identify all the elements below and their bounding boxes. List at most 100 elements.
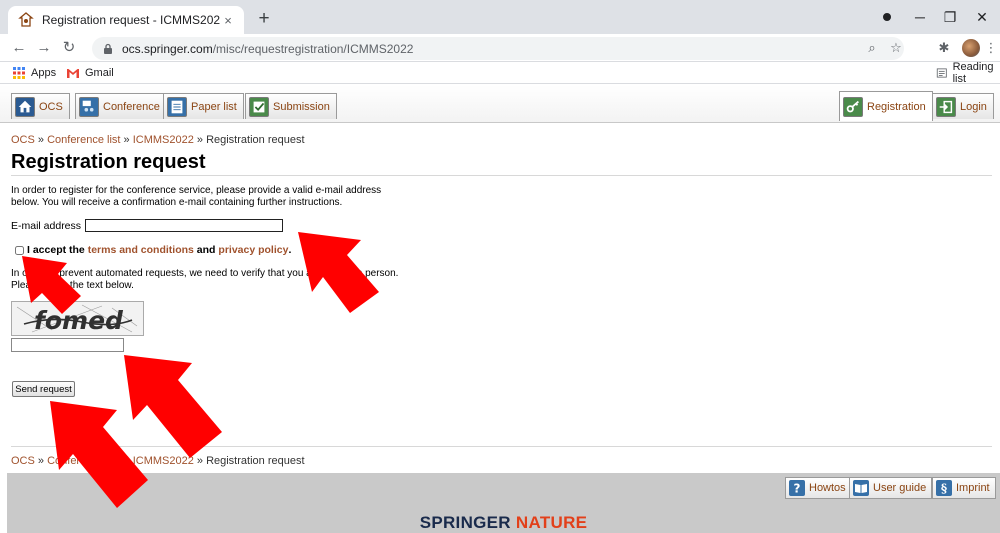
- login-icon: [936, 96, 956, 117]
- tab-close-icon[interactable]: ×: [220, 13, 236, 28]
- new-tab-button[interactable]: +: [252, 7, 276, 31]
- profile-dot-icon[interactable]: [872, 6, 902, 28]
- accept-suffix: .: [288, 244, 292, 256]
- howtos-label: Howtos: [809, 482, 846, 494]
- conference-icon: [79, 96, 99, 117]
- nav-tab-paper-list[interactable]: Paper list: [163, 93, 244, 119]
- forward-icon[interactable]: →: [33, 37, 55, 59]
- bookmark-gmail[interactable]: Gmail: [66, 65, 114, 81]
- back-icon[interactable]: ←: [8, 37, 30, 59]
- nav-tab-conference[interactable]: Conference: [75, 93, 167, 119]
- nav-tab-login[interactable]: Login: [932, 93, 994, 119]
- captcha-instructions: In order to prevent automated requests, …: [11, 268, 451, 292]
- intro-text: In order to register for the conference …: [11, 185, 431, 209]
- breadcrumb-conference-list-link[interactable]: Conference list: [47, 134, 120, 146]
- email-label: E-mail address: [11, 219, 82, 232]
- apps-grid-icon: [13, 67, 25, 79]
- breadcrumb: OCS » Conference list » ICMMS2022 » Regi…: [11, 134, 305, 146]
- nav-tab-registration[interactable]: Registration: [839, 91, 933, 121]
- home-icon: [15, 96, 35, 117]
- send-request-button[interactable]: Send request: [12, 381, 75, 397]
- url-path: /misc/requestregistration/ICMMS2022: [212, 41, 414, 56]
- breadcrumb-separator: »: [193, 455, 207, 467]
- extensions-icon[interactable]: ✱: [934, 38, 954, 58]
- restore-icon[interactable]: ❐: [935, 6, 965, 28]
- reading-list-label: Reading list: [952, 61, 994, 85]
- breadcrumb-current: Registration request: [206, 134, 305, 146]
- intro-line-2: below. You will receive a confirmation e…: [11, 197, 343, 208]
- howtos-button[interactable]: ? Howtos: [785, 477, 852, 499]
- brand-springer: SPRINGER: [419, 513, 511, 532]
- user-guide-button[interactable]: User guide: [849, 477, 933, 499]
- captcha-input[interactable]: [11, 338, 124, 352]
- imprint-label: Imprint: [956, 482, 990, 494]
- close-window-icon[interactable]: ✕: [967, 6, 997, 28]
- svg-text:§: §: [941, 482, 947, 496]
- captcha-line-2: Please enter the text below.: [11, 280, 134, 291]
- bookmark-gmail-label: Gmail: [85, 67, 114, 79]
- footer-divider: [11, 446, 992, 447]
- minimize-icon[interactable]: ─: [905, 6, 935, 28]
- browser-tab[interactable]: Registration request - ICMMS2022 ×: [8, 6, 244, 34]
- breadcrumb-separator: »: [193, 134, 207, 146]
- nav-tab-registration-label: Registration: [867, 100, 926, 113]
- book-icon: [853, 480, 869, 496]
- site-nav: OCS Conference Paper list Submission Reg…: [0, 85, 1000, 123]
- brand-nature: NATURE: [515, 513, 588, 532]
- profile-avatar[interactable]: [962, 39, 980, 57]
- accept-prefix: I accept the: [27, 244, 85, 256]
- nav-tab-ocs[interactable]: OCS: [11, 93, 70, 119]
- breadcrumb-separator: »: [120, 134, 133, 146]
- privacy-link[interactable]: privacy policy: [218, 244, 288, 256]
- email-field[interactable]: [85, 219, 284, 232]
- imprint-button[interactable]: § Imprint: [932, 477, 996, 499]
- submission-icon: [249, 96, 269, 117]
- springer-nature-logo: SPRINGER NATURE: [7, 513, 1000, 533]
- bookmarks-bar: Apps Gmail Reading list: [0, 61, 1000, 85]
- menu-icon[interactable]: ⋮: [984, 38, 998, 58]
- breadcrumb-ocs-link[interactable]: OCS: [11, 455, 35, 467]
- browser-toolbar: ← → ↻ ocs.springer.com/misc/requestregis…: [0, 34, 1000, 62]
- intro-line-1: In order to register for the conference …: [11, 185, 382, 196]
- terms-link[interactable]: terms and conditions: [88, 244, 194, 256]
- reading-list-icon: [936, 68, 947, 78]
- nav-tab-submission-label: Submission: [273, 100, 330, 113]
- breadcrumb-separator: »: [34, 455, 48, 467]
- bookmark-apps[interactable]: Apps: [12, 65, 56, 81]
- breadcrumb-conference-list-link[interactable]: Conference list: [47, 455, 120, 467]
- web-page: OCS Conference Paper list Submission Reg…: [0, 85, 1000, 533]
- help-icon: ?: [789, 480, 805, 496]
- bookmark-star-icon[interactable]: ☆: [886, 38, 906, 58]
- captcha-line-1: In order to prevent automated requests, …: [11, 268, 399, 279]
- nav-tab-login-label: Login: [960, 100, 987, 113]
- svg-text:?: ?: [794, 482, 801, 496]
- url-host: ocs.springer.com: [122, 41, 213, 56]
- accept-and: and: [193, 244, 219, 256]
- title-divider: [11, 175, 992, 176]
- address-bar[interactable]: ocs.springer.com/misc/requestregistratio…: [92, 37, 904, 60]
- lock-icon: [104, 43, 112, 54]
- breadcrumb-conference-link[interactable]: ICMMS2022: [133, 455, 194, 467]
- breadcrumb-separator: »: [120, 455, 133, 467]
- captcha-picture: fomed: [12, 302, 143, 335]
- reload-icon[interactable]: ↻: [58, 37, 80, 59]
- reading-list[interactable]: Reading list: [936, 61, 1000, 85]
- breadcrumb-current: Registration request: [206, 455, 305, 467]
- breadcrumb-ocs-link[interactable]: OCS: [11, 134, 35, 146]
- registration-key-icon: [843, 96, 863, 117]
- accept-terms-row: I accept the terms and conditions and pr…: [11, 244, 291, 256]
- captcha-image: fomed: [11, 301, 144, 336]
- nav-tab-submission[interactable]: Submission: [245, 93, 337, 119]
- email-row: E-mail address: [11, 219, 284, 232]
- paper-list-icon: [167, 96, 187, 117]
- breadcrumb-conference-link[interactable]: ICMMS2022: [133, 134, 194, 146]
- breadcrumb-separator: »: [34, 134, 48, 146]
- bookmark-apps-label: Apps: [31, 67, 57, 79]
- springer-favicon-icon: [18, 12, 34, 27]
- nav-tab-paper-list-label: Paper list: [191, 100, 237, 113]
- page-title: Registration request: [11, 151, 206, 173]
- breadcrumb-bottom: OCS » Conference list » ICMMS2022 » Regi…: [11, 455, 305, 467]
- accept-terms-checkbox[interactable]: [15, 245, 24, 255]
- zoom-icon[interactable]: ⌕: [862, 38, 882, 58]
- site-footer: ? Howtos User guide § Imprint SPRINGER N…: [7, 473, 1000, 533]
